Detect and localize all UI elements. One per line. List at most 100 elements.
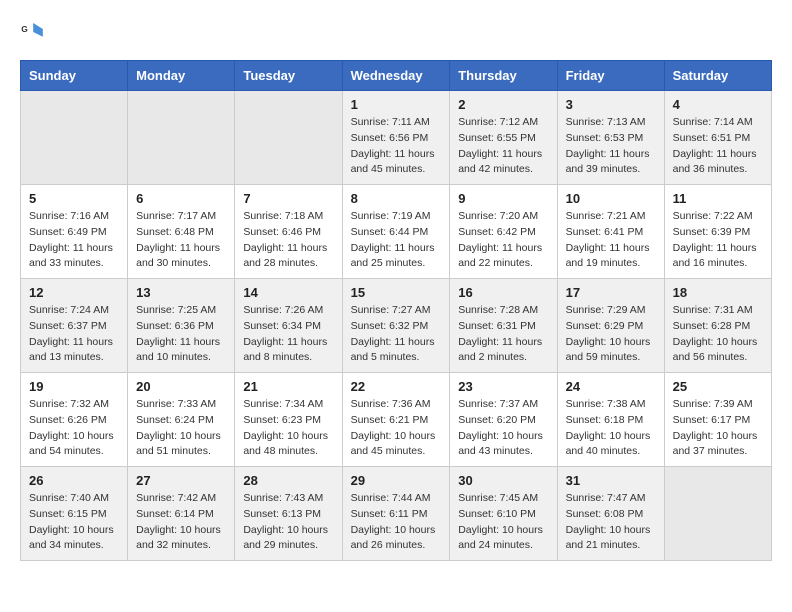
calendar-day-header: Monday: [128, 61, 235, 91]
day-info: Sunrise: 7:28 AM Sunset: 6:31 PM Dayligh…: [458, 303, 548, 366]
day-number: 14: [243, 285, 333, 300]
day-info: Sunrise: 7:31 AM Sunset: 6:28 PM Dayligh…: [673, 303, 763, 366]
calendar-day-cell: 9Sunrise: 7:20 AM Sunset: 6:42 PM Daylig…: [450, 185, 557, 279]
calendar-day-cell: 31 Sunrise: 7:47 AM Sunset: 6:08 PM Dayli…: [557, 467, 664, 561]
day-number: 17: [566, 285, 656, 300]
day-info: Sunrise: 7:19 AM Sunset: 6:44 PM Dayligh…: [351, 209, 442, 272]
day-info: Sunrise: 7:27 AM Sunset: 6:32 PM Dayligh…: [351, 303, 442, 366]
calendar-week-row: 26 Sunrise: 7:40 AM Sunset: 6:15 PM Dayli…: [21, 467, 772, 561]
calendar-day-cell: 25Sunrise: 7:39 AM Sunset: 6:17 PM Dayli…: [664, 373, 771, 467]
day-number: 7: [243, 191, 333, 206]
calendar-day-cell: 21 Sunrise: 7:34 AM Sunset: 6:23 PM Dayli…: [235, 373, 342, 467]
day-info: Sunrise: 7:47 AM Sunset: 6:08 PM Dayligh…: [566, 491, 656, 554]
day-info: Sunrise: 7:39 AM Sunset: 6:17 PM Dayligh…: [673, 397, 763, 460]
day-number: 18: [673, 285, 763, 300]
day-info: Sunrise: 7:36 AM Sunset: 6:21 PM Dayligh…: [351, 397, 442, 460]
day-number: 10: [566, 191, 656, 206]
calendar-day-cell: 30 Sunrise: 7:45 AM Sunset: 6:10 PM Dayli…: [450, 467, 557, 561]
calendar-day-cell: 19 Sunrise: 7:32 AM Sunset: 6:26 PM Dayli…: [21, 373, 128, 467]
calendar-day-cell: 6 Sunrise: 7:17 AM Sunset: 6:48 PM Daylig…: [128, 185, 235, 279]
day-number: 9: [458, 191, 548, 206]
calendar-day-cell: 28 Sunrise: 7:43 AM Sunset: 6:13 PM Dayli…: [235, 467, 342, 561]
calendar-week-row: 5 Sunrise: 7:16 AM Sunset: 6:49 PM Daylig…: [21, 185, 772, 279]
day-info: Sunrise: 7:18 AM Sunset: 6:46 PM Dayligh…: [243, 209, 333, 272]
calendar-day-cell: 16 Sunrise: 7:28 AM Sunset: 6:31 PM Dayli…: [450, 279, 557, 373]
day-number: 19: [29, 379, 119, 394]
day-info: Sunrise: 7:33 AM Sunset: 6:24 PM Dayligh…: [136, 397, 226, 460]
calendar-day-cell: 2Sunrise: 7:12 AM Sunset: 6:55 PM Daylig…: [450, 91, 557, 185]
calendar-day-cell: 12Sunrise: 7:24 AM Sunset: 6:37 PM Dayli…: [21, 279, 128, 373]
day-number: 28: [243, 473, 333, 488]
calendar-day-cell: 1 Sunrise: 7:11 AM Sunset: 6:56 PM Daylig…: [342, 91, 450, 185]
day-number: 16: [458, 285, 548, 300]
day-number: 8: [351, 191, 442, 206]
calendar-day-cell: 14 Sunrise: 7:26 AM Sunset: 6:34 PM Dayli…: [235, 279, 342, 373]
day-info: Sunrise: 7:45 AM Sunset: 6:10 PM Dayligh…: [458, 491, 548, 554]
day-info: Sunrise: 7:26 AM Sunset: 6:34 PM Dayligh…: [243, 303, 333, 366]
day-number: 31: [566, 473, 656, 488]
calendar-day-cell: 15 Sunrise: 7:27 AM Sunset: 6:32 PM Dayli…: [342, 279, 450, 373]
day-info: Sunrise: 7:38 AM Sunset: 6:18 PM Dayligh…: [566, 397, 656, 460]
calendar-day-cell: 29Sunrise: 7:44 AM Sunset: 6:11 PM Dayli…: [342, 467, 450, 561]
day-info: Sunrise: 7:32 AM Sunset: 6:26 PM Dayligh…: [29, 397, 119, 460]
day-info: Sunrise: 7:16 AM Sunset: 6:49 PM Dayligh…: [29, 209, 119, 272]
calendar-day-header: Wednesday: [342, 61, 450, 91]
day-number: 30: [458, 473, 548, 488]
day-info: Sunrise: 7:43 AM Sunset: 6:13 PM Dayligh…: [243, 491, 333, 554]
day-info: Sunrise: 7:24 AM Sunset: 6:37 PM Dayligh…: [29, 303, 119, 366]
day-number: 2: [458, 97, 548, 112]
calendar-day-cell: [664, 467, 771, 561]
day-number: 3: [566, 97, 656, 112]
day-number: 24: [566, 379, 656, 394]
calendar-day-cell: 27Sunrise: 7:42 AM Sunset: 6:14 PM Dayli…: [128, 467, 235, 561]
calendar-week-row: 12Sunrise: 7:24 AM Sunset: 6:37 PM Dayli…: [21, 279, 772, 373]
calendar-day-header: Saturday: [664, 61, 771, 91]
calendar-day-header: Tuesday: [235, 61, 342, 91]
calendar-day-cell: 3Sunrise: 7:13 AM Sunset: 6:53 PM Daylig…: [557, 91, 664, 185]
calendar-day-cell: 10 Sunrise: 7:21 AM Sunset: 6:41 PM Dayli…: [557, 185, 664, 279]
svg-text:G: G: [21, 24, 28, 34]
day-info: Sunrise: 7:29 AM Sunset: 6:29 PM Dayligh…: [566, 303, 656, 366]
day-info: Sunrise: 7:21 AM Sunset: 6:41 PM Dayligh…: [566, 209, 656, 272]
day-info: Sunrise: 7:25 AM Sunset: 6:36 PM Dayligh…: [136, 303, 226, 366]
calendar-day-cell: 5 Sunrise: 7:16 AM Sunset: 6:49 PM Daylig…: [21, 185, 128, 279]
day-info: Sunrise: 7:22 AM Sunset: 6:39 PM Dayligh…: [673, 209, 763, 272]
day-number: 4: [673, 97, 763, 112]
day-number: 15: [351, 285, 442, 300]
day-info: Sunrise: 7:40 AM Sunset: 6:15 PM Dayligh…: [29, 491, 119, 554]
day-number: 20: [136, 379, 226, 394]
calendar-day-header: Thursday: [450, 61, 557, 91]
day-info: Sunrise: 7:34 AM Sunset: 6:23 PM Dayligh…: [243, 397, 333, 460]
day-number: 27: [136, 473, 226, 488]
calendar-table: SundayMondayTuesdayWednesdayThursdayFrid…: [20, 60, 772, 561]
calendar-week-row: 1 Sunrise: 7:11 AM Sunset: 6:56 PM Daylig…: [21, 91, 772, 185]
day-number: 1: [351, 97, 442, 112]
day-number: 11: [673, 191, 763, 206]
calendar-day-cell: [128, 91, 235, 185]
calendar-day-cell: 4 Sunrise: 7:14 AM Sunset: 6:51 PM Daylig…: [664, 91, 771, 185]
calendar-day-cell: 7 Sunrise: 7:18 AM Sunset: 6:46 PM Daylig…: [235, 185, 342, 279]
calendar-day-header: Friday: [557, 61, 664, 91]
calendar-day-cell: 24 Sunrise: 7:38 AM Sunset: 6:18 PM Dayli…: [557, 373, 664, 467]
day-number: 13: [136, 285, 226, 300]
calendar-day-cell: 13 Sunrise: 7:25 AM Sunset: 6:36 PM Dayli…: [128, 279, 235, 373]
day-info: Sunrise: 7:11 AM Sunset: 6:56 PM Dayligh…: [351, 115, 442, 178]
day-number: 5: [29, 191, 119, 206]
page-header: G: [20, 20, 772, 44]
logo: G: [20, 20, 48, 44]
calendar-day-cell: 22Sunrise: 7:36 AM Sunset: 6:21 PM Dayli…: [342, 373, 450, 467]
day-info: Sunrise: 7:17 AM Sunset: 6:48 PM Dayligh…: [136, 209, 226, 272]
day-info: Sunrise: 7:14 AM Sunset: 6:51 PM Dayligh…: [673, 115, 763, 178]
calendar-day-cell: [21, 91, 128, 185]
calendar-day-cell: 18 Sunrise: 7:31 AM Sunset: 6:28 PM Dayli…: [664, 279, 771, 373]
day-number: 21: [243, 379, 333, 394]
day-number: 6: [136, 191, 226, 206]
calendar-day-cell: 8 Sunrise: 7:19 AM Sunset: 6:44 PM Daylig…: [342, 185, 450, 279]
calendar-header-row: SundayMondayTuesdayWednesdayThursdayFrid…: [21, 61, 772, 91]
calendar-day-header: Sunday: [21, 61, 128, 91]
day-number: 23: [458, 379, 548, 394]
day-number: 26: [29, 473, 119, 488]
calendar-day-cell: 26 Sunrise: 7:40 AM Sunset: 6:15 PM Dayli…: [21, 467, 128, 561]
day-info: Sunrise: 7:44 AM Sunset: 6:11 PM Dayligh…: [351, 491, 442, 554]
calendar-day-cell: [235, 91, 342, 185]
